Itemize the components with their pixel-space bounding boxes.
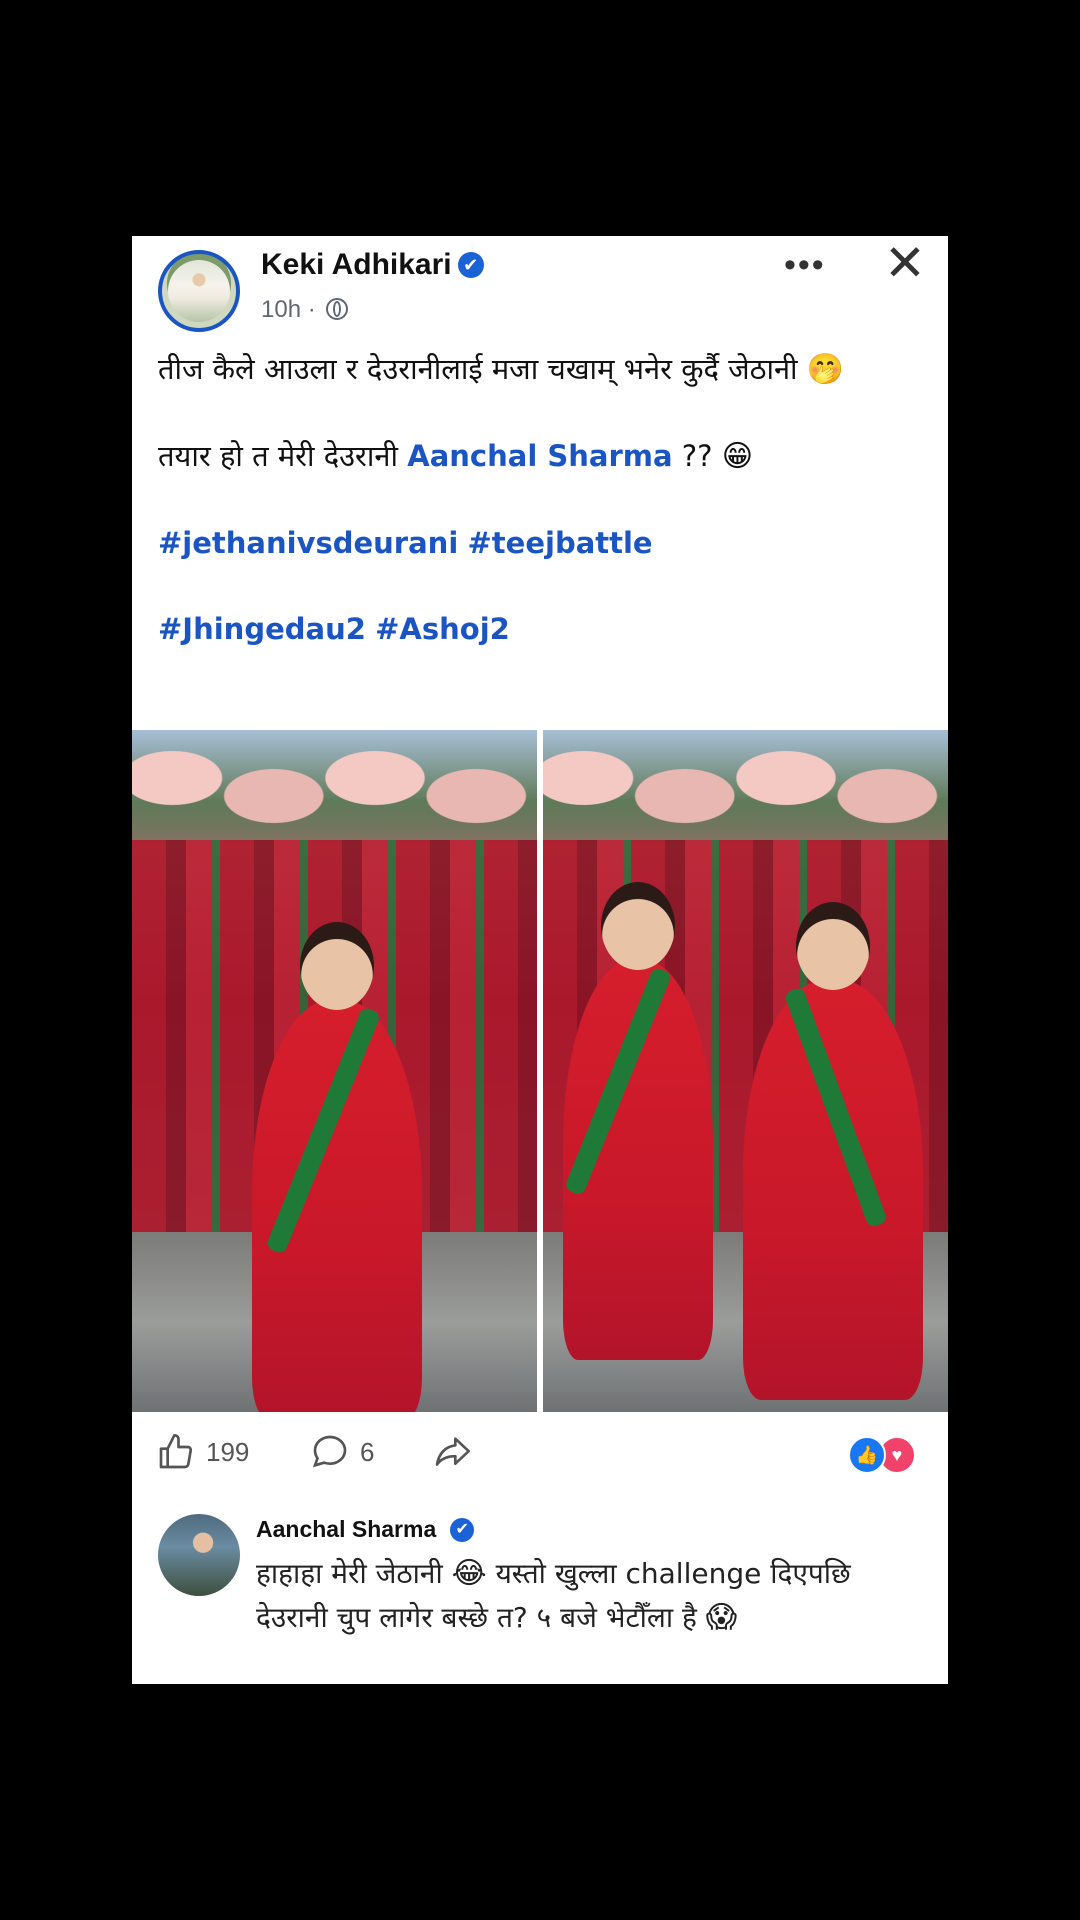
author-avatar[interactable] xyxy=(158,250,240,332)
verified-badge-icon: ✔ xyxy=(457,252,484,278)
emoji: 😂 xyxy=(451,1556,487,1591)
share-button[interactable] xyxy=(430,1432,484,1472)
close-button[interactable]: ✕ xyxy=(884,238,926,288)
emoji: 😁 xyxy=(721,439,754,474)
post-line-1-text: तीज कैले आउला र देउरानीलाई मजा चखाम् भने… xyxy=(158,352,798,386)
hashtag-link[interactable]: #Jhingedau2 xyxy=(158,612,366,646)
comment-text: हाहाहा मेरी जेठानी 😂 यस्तो खुल्ला challe… xyxy=(256,1552,916,1640)
thumbs-up-icon xyxy=(159,1434,193,1469)
garland-decoration xyxy=(132,730,537,850)
commenter-avatar[interactable] xyxy=(158,1514,240,1596)
post-line-2-suffix: ?? xyxy=(672,439,722,473)
post-card: Keki Adhikari ✔ 10h · ••• ✕ तीज कैले आउला… xyxy=(132,236,948,1684)
post-text: तीज कैले आउला र देउरानीलाई मजा चखाम् भने… xyxy=(158,346,928,652)
dancer-figure xyxy=(252,922,422,1412)
post-photo-left[interactable] xyxy=(132,730,537,1412)
like-count: 199 xyxy=(206,1436,250,1467)
more-options-button[interactable]: ••• xyxy=(784,246,826,285)
post-line-2-text: तयार हो त मेरी देउरानी xyxy=(158,439,408,473)
mention-link[interactable]: Aanchal Sharma xyxy=(407,439,672,473)
garland-decoration xyxy=(543,730,948,850)
reaction-summary[interactable]: 👍 ♥ xyxy=(848,1436,918,1474)
hashtag-link[interactable]: #teejbattle xyxy=(468,526,653,560)
comment-count: 6 xyxy=(360,1436,375,1467)
globe-icon xyxy=(326,298,349,320)
emoji: 🤭 xyxy=(806,352,845,387)
author-name[interactable]: Keki Adhikari ✔ xyxy=(261,248,484,282)
dancer-figure xyxy=(743,902,923,1400)
avatar-photo xyxy=(168,260,230,322)
speech-bubble-icon xyxy=(312,1435,347,1468)
comment-text-part: हाहाहा मेरी जेठानी xyxy=(256,1557,452,1590)
author-name-text[interactable]: Keki Adhikari xyxy=(261,248,452,281)
hashtag-link[interactable]: #Ashoj2 xyxy=(375,612,510,646)
post-meta: 10h · xyxy=(261,296,349,324)
comment-button[interactable]: 6 xyxy=(310,1432,374,1472)
commenter-name[interactable]: Aanchal Sharma ✔ xyxy=(256,1516,475,1543)
dancer-figure xyxy=(563,882,713,1360)
hashtag-row-2: #Jhingedau2 #Ashoj2 xyxy=(158,606,928,652)
post-photo-right[interactable] xyxy=(543,730,948,1412)
emoji: 😱 xyxy=(705,1600,738,1635)
post-line-1: तीज कैले आउला र देउरानीलाई मजा चखाम् भने… xyxy=(158,346,928,393)
like-reaction-icon: 👍 xyxy=(848,1436,886,1474)
commenter-name-text[interactable]: Aanchal Sharma xyxy=(256,1516,436,1542)
post-line-2: तयार हो त मेरी देउरानी Aanchal Sharma ??… xyxy=(158,433,928,480)
action-bar: 199 6 👍 ♥ xyxy=(132,1412,948,1492)
hashtag-link[interactable]: #jethanivsdeurani xyxy=(158,526,458,560)
share-arrow-icon xyxy=(435,1437,470,1466)
post-time[interactable]: 10h xyxy=(261,296,301,323)
hashtag-row-1: #jethanivsdeurani #teejbattle xyxy=(158,520,928,566)
like-button[interactable]: 199 xyxy=(156,1432,249,1472)
verified-badge-icon: ✔ xyxy=(450,1518,475,1542)
